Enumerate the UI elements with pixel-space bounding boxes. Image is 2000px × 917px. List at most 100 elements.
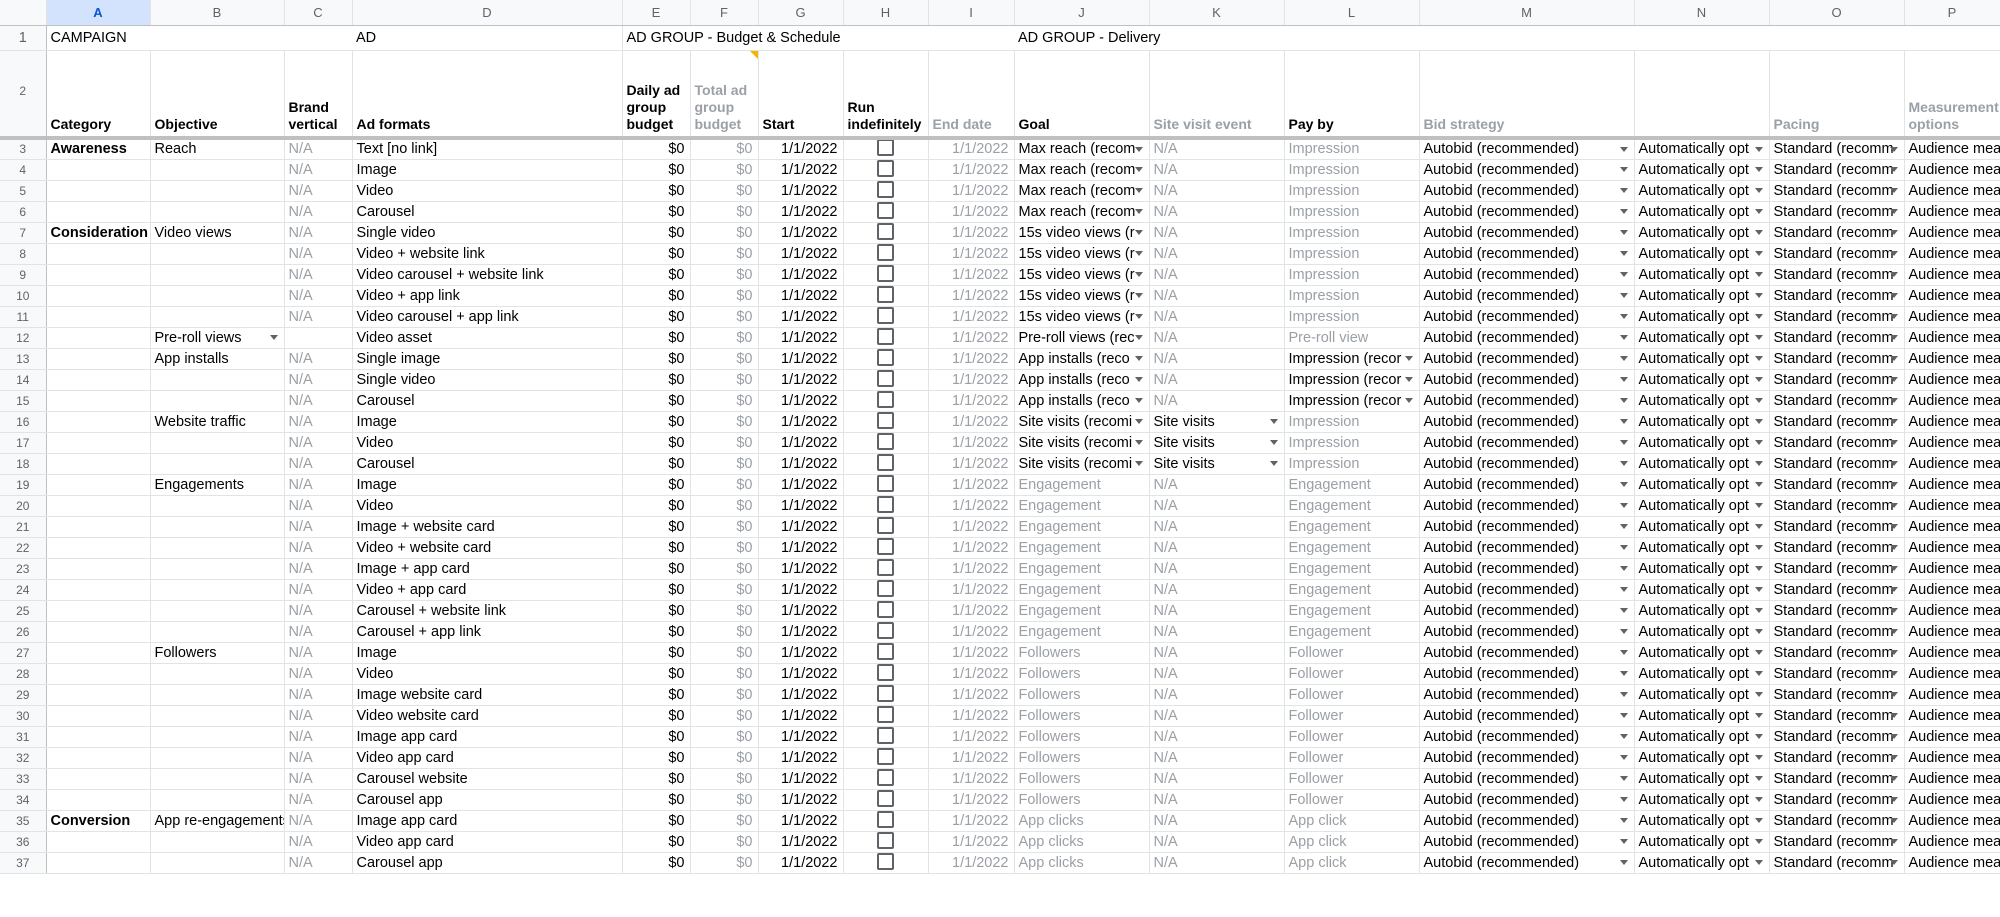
bid-strategy-cell[interactable]: Autobid (recommended) <box>1419 285 1635 307</box>
dropdown-arrow-icon[interactable] <box>1754 733 1763 739</box>
bid-strategy-cell[interactable]: Autobid (recommended) <box>1419 411 1635 433</box>
site-visit-event-cell[interactable]: N/A <box>1149 558 1285 580</box>
bid-strategy-cell[interactable]: Autobid (recommended) <box>1419 432 1635 454</box>
row-header[interactable]: 7 <box>0 222 47 244</box>
end-date-cell[interactable]: 1/1/2022 <box>928 474 1015 496</box>
end-date-cell[interactable]: 1/1/2022 <box>928 222 1015 244</box>
row-header[interactable]: 30 <box>0 705 47 727</box>
dropdown-arrow-icon[interactable] <box>1269 418 1278 424</box>
category-cell[interactable] <box>46 516 151 538</box>
total-budget-cell[interactable]: $0 <box>690 621 759 643</box>
header-measurement[interactable]: Measurement options <box>1904 50 2000 140</box>
brand-vertical-cell[interactable]: N/A <box>284 285 353 307</box>
optimization-cell[interactable]: Automatically opt <box>1634 642 1770 664</box>
dropdown-arrow-icon[interactable] <box>1754 586 1763 592</box>
pacing-cell[interactable]: Standard (recomm <box>1769 285 1905 307</box>
bid-strategy-cell[interactable]: Autobid (recommended) <box>1419 558 1635 580</box>
total-budget-cell[interactable]: $0 <box>690 201 759 223</box>
daily-budget-cell[interactable]: $0 <box>622 600 691 622</box>
dropdown-arrow-icon[interactable] <box>1889 481 1898 487</box>
run-indefinitely-checkbox[interactable] <box>877 600 894 618</box>
dropdown-arrow-icon[interactable] <box>1889 796 1898 802</box>
daily-budget-cell[interactable]: $0 <box>622 516 691 538</box>
total-budget-cell[interactable]: $0 <box>690 747 759 769</box>
measurement-cell[interactable]: Audience meas <box>1904 495 2000 517</box>
goal-cell[interactable]: App clicks <box>1014 810 1150 832</box>
optimization-cell[interactable]: Automatically opt <box>1634 306 1770 328</box>
site-visit-event-cell[interactable]: Site visits <box>1149 432 1285 454</box>
brand-vertical-cell[interactable]: N/A <box>284 747 353 769</box>
pay-by-cell[interactable]: Follower <box>1284 726 1420 748</box>
start-date-cell[interactable]: 1/1/2022 <box>758 642 844 664</box>
optimization-cell[interactable]: Automatically opt <box>1634 138 1770 160</box>
measurement-cell[interactable]: Audience meas <box>1904 516 2000 538</box>
measurement-cell[interactable]: Audience meas <box>1904 705 2000 727</box>
end-date-cell[interactable]: 1/1/2022 <box>928 369 1015 391</box>
column-header-o[interactable]: O <box>1769 0 1905 26</box>
end-date-cell[interactable]: 1/1/2022 <box>928 831 1015 853</box>
objective-cell[interactable] <box>150 747 285 769</box>
dropdown-arrow-icon[interactable] <box>1889 418 1898 424</box>
run-indefinitely-checkbox[interactable] <box>877 768 894 786</box>
pacing-cell[interactable]: Standard (recomm <box>1769 789 1905 811</box>
dropdown-arrow-icon[interactable] <box>1134 397 1143 403</box>
bid-strategy-cell[interactable]: Autobid (recommended) <box>1419 621 1635 643</box>
dropdown-arrow-icon[interactable] <box>1889 691 1898 697</box>
bid-strategy-cell[interactable]: Autobid (recommended) <box>1419 726 1635 748</box>
pay-by-cell[interactable]: Impression <box>1284 411 1420 433</box>
dropdown-arrow-icon[interactable] <box>1619 376 1628 382</box>
measurement-cell[interactable]: Audience meas <box>1904 159 2000 181</box>
dropdown-arrow-icon[interactable] <box>1619 271 1628 277</box>
start-date-cell[interactable]: 1/1/2022 <box>758 810 844 832</box>
start-date-cell[interactable]: 1/1/2022 <box>758 789 844 811</box>
measurement-cell[interactable]: Audience meas <box>1904 747 2000 769</box>
site-visit-event-cell[interactable]: Site visits <box>1149 453 1285 475</box>
dropdown-arrow-icon[interactable] <box>1404 397 1413 403</box>
column-header-a[interactable]: A <box>46 0 151 26</box>
end-date-cell[interactable]: 1/1/2022 <box>928 285 1015 307</box>
row-header[interactable]: 34 <box>0 789 47 811</box>
run-indefinitely-checkbox[interactable] <box>877 705 894 723</box>
start-date-cell[interactable]: 1/1/2022 <box>758 768 844 790</box>
end-date-cell[interactable]: 1/1/2022 <box>928 537 1015 559</box>
objective-cell[interactable]: Engagements <box>150 474 285 496</box>
dropdown-arrow-icon[interactable] <box>1134 187 1143 193</box>
objective-cell[interactable] <box>150 726 285 748</box>
dropdown-arrow-icon[interactable] <box>1134 460 1143 466</box>
ad-format-cell[interactable]: Single video <box>352 222 623 244</box>
goal-cell[interactable]: 15s video views (r <box>1014 264 1150 286</box>
header-bid-strategy[interactable]: Bid strategy <box>1419 50 1635 140</box>
pacing-cell[interactable]: Standard (recomm <box>1769 579 1905 601</box>
run-indefinitely-cell[interactable] <box>843 390 929 412</box>
measurement-cell[interactable]: Audience meas <box>1904 768 2000 790</box>
category-cell[interactable] <box>46 495 151 517</box>
daily-budget-cell[interactable]: $0 <box>622 243 691 265</box>
pacing-cell[interactable]: Standard (recomm <box>1769 705 1905 727</box>
run-indefinitely-checkbox[interactable] <box>877 243 894 261</box>
brand-vertical-cell[interactable]: N/A <box>284 474 353 496</box>
optimization-cell[interactable]: Automatically opt <box>1634 264 1770 286</box>
end-date-cell[interactable]: 1/1/2022 <box>928 516 1015 538</box>
select-all-corner[interactable] <box>0 0 47 26</box>
start-date-cell[interactable]: 1/1/2022 <box>758 579 844 601</box>
pay-by-cell[interactable]: Follower <box>1284 789 1420 811</box>
dropdown-arrow-icon[interactable] <box>1754 334 1763 340</box>
dropdown-arrow-icon[interactable] <box>1619 355 1628 361</box>
end-date-cell[interactable]: 1/1/2022 <box>928 810 1015 832</box>
dropdown-arrow-icon[interactable] <box>1889 670 1898 676</box>
run-indefinitely-checkbox[interactable] <box>877 411 894 429</box>
header-daily-budget[interactable]: Daily ad group budget <box>622 50 691 140</box>
objective-cell[interactable] <box>150 684 285 706</box>
goal-cell[interactable]: 15s video views (r <box>1014 285 1150 307</box>
end-date-cell[interactable]: 1/1/2022 <box>928 726 1015 748</box>
bid-strategy-cell[interactable]: Autobid (recommended) <box>1419 600 1635 622</box>
run-indefinitely-checkbox[interactable] <box>877 726 894 744</box>
daily-budget-cell[interactable]: $0 <box>622 222 691 244</box>
dropdown-arrow-icon[interactable] <box>1754 376 1763 382</box>
brand-vertical-cell[interactable]: N/A <box>284 180 353 202</box>
end-date-cell[interactable]: 1/1/2022 <box>928 390 1015 412</box>
header-category[interactable]: Category <box>46 50 151 140</box>
dropdown-arrow-icon[interactable] <box>1619 775 1628 781</box>
run-indefinitely-checkbox[interactable] <box>877 663 894 681</box>
column-header-k[interactable]: K <box>1149 0 1285 26</box>
